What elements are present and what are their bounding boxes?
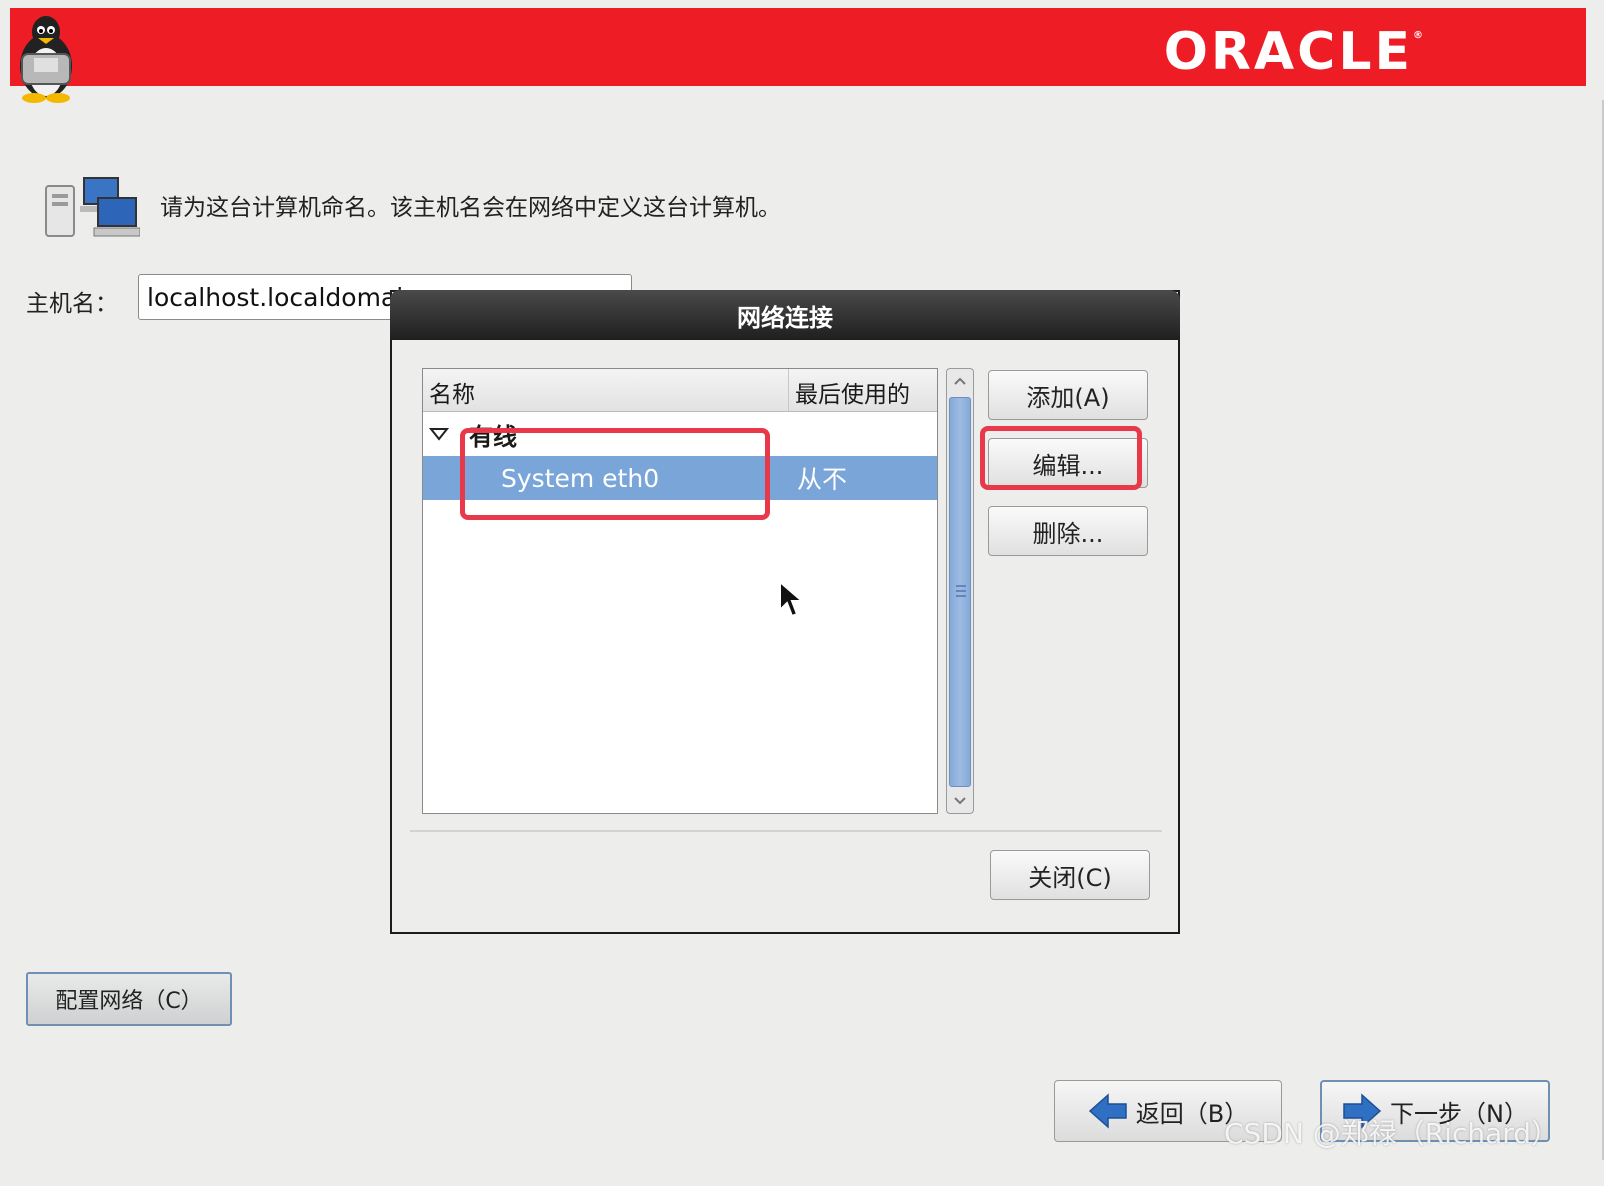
close-button[interactable]: 关闭(C) <box>990 850 1150 900</box>
tux-penguin-icon <box>20 16 72 103</box>
expander-triangle-icon[interactable] <box>429 427 449 441</box>
column-header-last-used[interactable]: 最后使用的 <box>789 369 916 411</box>
configure-network-label: 配置网络（C） <box>55 989 203 1014</box>
annotation-highlight-connection <box>460 428 770 520</box>
add-button-label: 添加(A) <box>1026 383 1110 412</box>
scroll-up-icon[interactable] <box>947 369 973 393</box>
oracle-banner: ORACLE® <box>10 8 1586 86</box>
arrow-left-icon <box>1088 1093 1127 1129</box>
scroll-down-icon[interactable] <box>947 789 973 813</box>
grip-icon <box>956 585 966 597</box>
annotation-highlight-edit <box>980 426 1142 490</box>
add-button[interactable]: 添加(A) <box>988 370 1148 420</box>
close-button-label: 关闭(C) <box>1028 863 1112 892</box>
list-scrollbar[interactable] <box>946 368 974 814</box>
connection-last-used: 从不 <box>797 465 848 494</box>
hostname-instruction: 请为这台计算机命名。该主机名会在网络中定义这台计算机。 <box>160 195 781 221</box>
scroll-thumb[interactable] <box>949 397 971 787</box>
dialog-title: 网络连接 <box>390 290 1180 340</box>
network-computers-icon <box>45 177 140 237</box>
hostname-label: 主机名： <box>26 291 118 317</box>
list-header: 名称 最后使用的 <box>423 369 937 412</box>
configure-network-button[interactable]: 配置网络（C） <box>26 972 232 1026</box>
delete-button-label: 删除... <box>1032 519 1104 548</box>
csdn-watermark: CSDN @郑禄（Richard） <box>1224 1117 1560 1150</box>
column-header-name[interactable]: 名称 <box>423 369 789 411</box>
dialog-separator <box>410 830 1162 832</box>
delete-button[interactable]: 删除... <box>988 506 1148 556</box>
mouse-pointer-icon <box>779 580 805 618</box>
oracle-logo: ORACLE® <box>1163 22 1426 82</box>
